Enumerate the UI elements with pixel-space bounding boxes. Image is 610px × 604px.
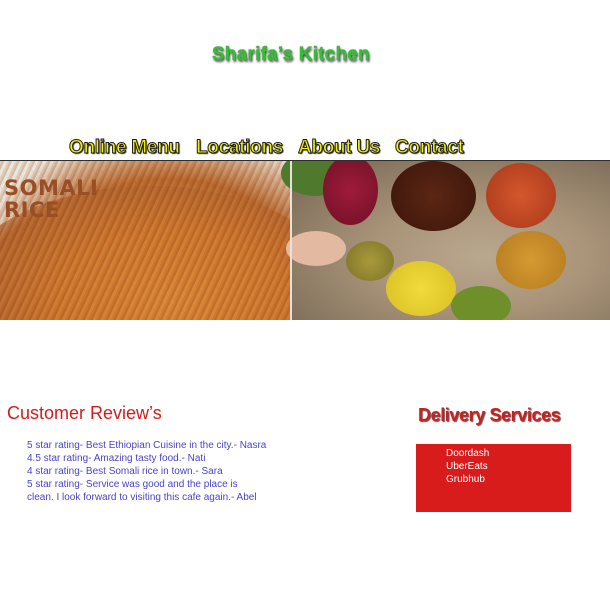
nav-online-menu[interactable]: Online Menu [69,137,181,159]
delivery-heading: Delivery Services [418,405,561,425]
caption-line-1: SOMALI [4,176,99,200]
delivery-item-ubereats[interactable]: UberEats [446,460,571,473]
sauce-dish [346,241,394,281]
caption-line-2: RICE [4,198,60,222]
split-pea-dish [496,231,566,289]
reviews-heading: Customer Review’s [7,403,162,423]
delivery-item-doordash[interactable]: Doordash [446,447,571,460]
somali-rice-image: SOMALI RICE [0,161,360,320]
meat-stew-dish [391,161,476,231]
main-nav: Online Menu Locations About Us Contact [0,137,610,161]
spinach-dish [451,286,511,320]
reviews-list: 5 star rating- Best Ethiopian Cuisine in… [27,439,267,504]
nav-about-us[interactable]: About Us [297,137,380,159]
nav-contact[interactable]: Contact [395,137,465,159]
review-item: 5 star rating- Best Ethiopian Cuisine in… [27,440,267,451]
site-title: Sharifa’s Kitchen [212,44,370,65]
cabbage-dish [386,261,456,316]
lentil-stew-dish [486,163,556,228]
beet-dish [323,161,378,225]
somali-rice-caption: SOMALI RICE [4,177,98,221]
review-item: 4 star rating- Best Somali rice in town.… [27,466,223,477]
review-item: 4.5 star rating- Amazing tasty food.- Na… [27,453,206,464]
delivery-services-box: Doordash UberEats Grubhub [416,444,571,512]
hand-shape [286,231,346,266]
ethiopian-platter-image [281,161,610,320]
review-item: 5 star rating- Service was good and the … [27,479,257,503]
delivery-list: Doordash UberEats Grubhub [416,444,571,486]
image-divider [290,161,292,320]
nav-locations[interactable]: Locations [195,137,283,159]
hero-banner: SOMALI RICE [0,161,610,320]
delivery-item-grubhub[interactable]: Grubhub [446,473,571,486]
